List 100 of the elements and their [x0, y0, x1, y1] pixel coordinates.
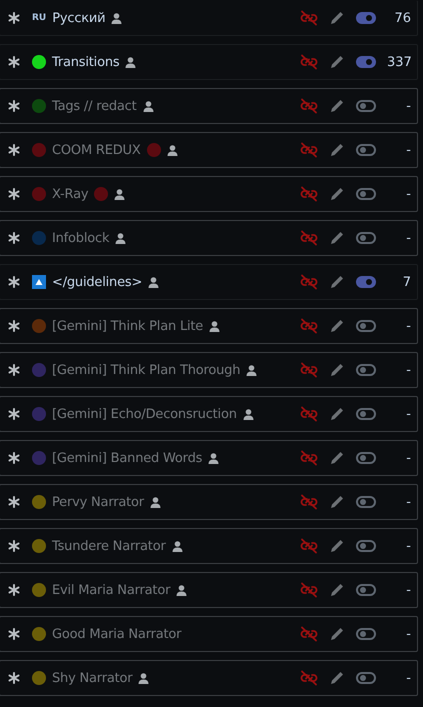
toggle-switch[interactable] [356, 56, 376, 68]
language-code: RU [32, 13, 46, 23]
toggle-switch[interactable] [356, 144, 376, 156]
entry-name: COOM REDUX [52, 142, 141, 158]
pencil-icon[interactable] [329, 54, 345, 70]
toggle-switch[interactable] [356, 100, 376, 112]
toggle-switch[interactable] [356, 232, 376, 244]
pencil-icon[interactable] [329, 230, 345, 246]
entry-name: Shy Narrator [52, 670, 132, 686]
toggle-switch[interactable] [356, 188, 376, 200]
toggle-switch[interactable] [356, 496, 376, 508]
token-count: - [405, 142, 411, 158]
drag-handle-icon[interactable] [8, 12, 20, 24]
drag-handle-icon[interactable] [8, 364, 20, 376]
entry-name: </guidelines> [52, 274, 142, 290]
drag-handle-icon[interactable] [8, 320, 20, 332]
pencil-icon[interactable] [329, 142, 345, 158]
pencil-icon[interactable] [329, 98, 345, 114]
toggle-switch[interactable] [356, 12, 376, 24]
token-count: - [405, 538, 411, 554]
drag-handle-icon[interactable] [8, 672, 20, 684]
pencil-icon[interactable] [329, 582, 345, 598]
pencil-icon[interactable] [329, 10, 345, 26]
entry-name: X-Ray [52, 186, 88, 202]
pencil-icon[interactable] [329, 406, 345, 422]
toggle-switch[interactable] [356, 540, 376, 552]
drag-handle-icon[interactable] [8, 496, 20, 508]
unlink-icon[interactable] [300, 406, 318, 422]
drag-handle-icon[interactable] [8, 232, 20, 244]
entry-row[interactable]: Pervy Narrator - [0, 484, 418, 520]
entry-name: Good Maria Narrator [52, 626, 182, 642]
drag-handle-icon[interactable] [8, 452, 20, 464]
token-count: - [405, 582, 411, 598]
pencil-icon[interactable] [329, 362, 345, 378]
entry-row[interactable]: Tags // redact - [0, 88, 418, 124]
pencil-icon[interactable] [329, 670, 345, 686]
pencil-icon[interactable] [329, 494, 345, 510]
token-count: - [405, 626, 411, 642]
unlink-icon[interactable] [300, 54, 318, 70]
toggle-switch[interactable] [356, 320, 376, 332]
token-count: - [405, 450, 411, 466]
toggle-switch[interactable] [356, 452, 376, 464]
drag-handle-icon[interactable] [8, 408, 20, 420]
entry-row[interactable]: Tsundere Narrator - [0, 528, 418, 564]
entry-row[interactable]: [Gemini] Think Plan Lite - [0, 308, 418, 344]
entry-row[interactable]: Infoblock - [0, 220, 418, 256]
pencil-icon[interactable] [329, 318, 345, 334]
entry-name: Tsundere Narrator [52, 538, 166, 554]
pencil-icon[interactable] [329, 274, 345, 290]
drag-handle-icon[interactable] [8, 540, 20, 552]
drag-handle-icon[interactable] [8, 56, 20, 68]
entry-row[interactable]: X-Ray - [0, 176, 418, 212]
entry-row[interactable]: COOM REDUX - [0, 132, 418, 168]
unlink-icon[interactable] [300, 274, 318, 290]
unlink-icon[interactable] [300, 450, 318, 466]
toggle-switch[interactable] [356, 408, 376, 420]
drag-handle-icon[interactable] [8, 188, 20, 200]
unlink-icon[interactable] [300, 362, 318, 378]
toggle-switch[interactable] [356, 276, 376, 288]
entry-name: Русский [52, 10, 106, 26]
token-count: 76 [393, 10, 411, 26]
drag-handle-icon[interactable] [8, 628, 20, 640]
entry-row[interactable]: Transitions 337 [0, 44, 418, 80]
drag-handle-icon[interactable] [8, 144, 20, 156]
entry-row[interactable]: [Gemini] Echo/Deconsruction - [0, 396, 418, 432]
pencil-icon[interactable] [329, 450, 345, 466]
unlink-icon[interactable] [300, 494, 318, 510]
toggle-switch[interactable] [356, 672, 376, 684]
token-count: - [405, 494, 411, 510]
entry-row[interactable]: Good Maria Narrator - [0, 616, 418, 652]
toggle-switch[interactable] [356, 628, 376, 640]
entry-row[interactable]: </guidelines> 7 [0, 264, 418, 300]
drag-handle-icon[interactable] [8, 584, 20, 596]
unlink-icon[interactable] [300, 186, 318, 202]
pencil-icon[interactable] [329, 538, 345, 554]
token-count: - [405, 362, 411, 378]
unlink-icon[interactable] [300, 582, 318, 598]
unlink-icon[interactable] [300, 10, 318, 26]
entry-row[interactable]: [Gemini] Think Plan Thorough - [0, 352, 418, 388]
unlink-icon[interactable] [300, 230, 318, 246]
entry-name: Tags // redact [52, 98, 137, 114]
entry-row[interactable]: RU Русский 76 [0, 0, 418, 36]
pencil-icon[interactable] [329, 186, 345, 202]
unlink-icon[interactable] [300, 98, 318, 114]
unlink-icon[interactable] [300, 670, 318, 686]
entry-row[interactable]: [Gemini] Banned Words - [0, 440, 418, 476]
unlink-icon[interactable] [300, 142, 318, 158]
unlink-icon[interactable] [300, 318, 318, 334]
unlink-icon[interactable] [300, 626, 318, 642]
entry-name: Infoblock [52, 230, 110, 246]
entry-row[interactable]: Evil Maria Narrator - [0, 572, 418, 608]
pencil-icon[interactable] [329, 626, 345, 642]
toggle-switch[interactable] [356, 584, 376, 596]
token-count: 7 [402, 274, 411, 290]
toggle-switch[interactable] [356, 364, 376, 376]
entry-name: [Gemini] Banned Words [52, 450, 202, 466]
unlink-icon[interactable] [300, 538, 318, 554]
drag-handle-icon[interactable] [8, 100, 20, 112]
drag-handle-icon[interactable] [8, 276, 20, 288]
entry-row[interactable]: Shy Narrator - [0, 660, 418, 696]
